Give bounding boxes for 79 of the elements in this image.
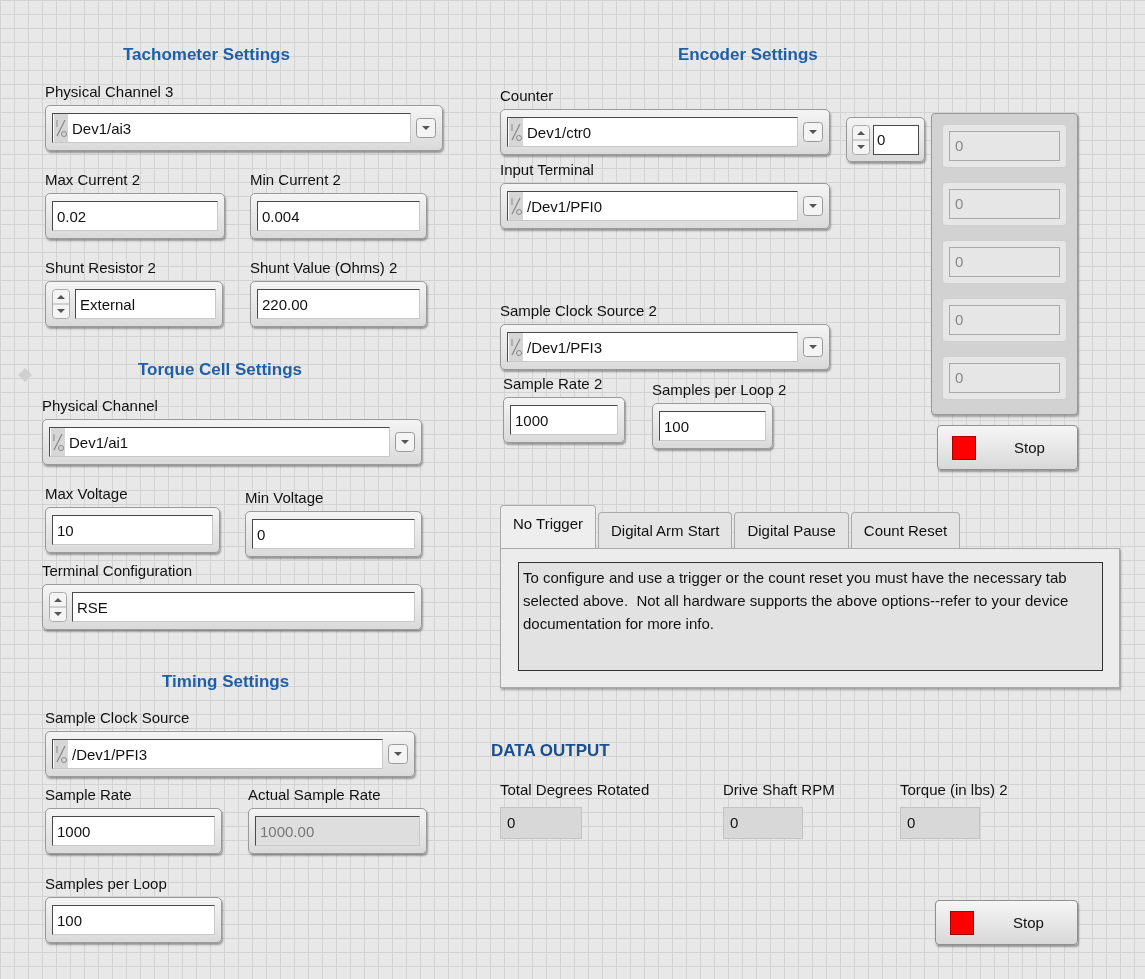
array-element: 0	[942, 124, 1067, 168]
numeric-field[interactable]: 0.004	[257, 201, 420, 231]
index-control[interactable]: 0	[846, 117, 925, 162]
channel-dropdown[interactable]: Dev1/ai1	[49, 427, 390, 457]
numeric-field[interactable]: 1000	[52, 816, 215, 846]
array-element: 0	[942, 356, 1067, 400]
increment-arrows[interactable]	[49, 592, 67, 622]
channel-dropdown[interactable]: /Dev1/PFI0	[507, 191, 798, 221]
indicator-label: Total Degrees Rotated	[500, 780, 650, 800]
channel-dropdown[interactable]: /Dev1/PFI3	[52, 739, 383, 769]
io-icon	[54, 740, 68, 768]
section-heading: DATA OUTPUT	[491, 741, 610, 761]
control-label: Physical Channel 3	[45, 82, 174, 102]
io-icon	[509, 333, 523, 361]
index-field[interactable]: 0	[873, 124, 919, 155]
tab[interactable]: Count Reset	[850, 512, 961, 548]
control-label: Samples per Loop 2	[652, 380, 787, 400]
io-icon	[54, 114, 68, 142]
enum-field[interactable]: External	[75, 289, 216, 319]
diamond-marker-icon	[18, 368, 32, 382]
stop-icon	[952, 435, 976, 460]
array-element: 0	[942, 182, 1067, 226]
control-label: Counter	[500, 86, 554, 106]
numeric-indicator: 0	[500, 807, 582, 839]
indicator-label: Torque (in lbs) 2	[900, 780, 1008, 800]
dropdown-button[interactable]	[388, 744, 408, 764]
section-heading: Encoder Settings	[678, 45, 818, 65]
stop-button[interactable]: Stop	[937, 425, 1078, 470]
dropdown-button[interactable]	[803, 337, 823, 357]
enum-field[interactable]: RSE	[72, 592, 415, 622]
stop-button[interactable]: Stop	[935, 900, 1078, 945]
control-label: Actual Sample Rate	[248, 785, 381, 805]
control-label: Physical Channel	[42, 396, 158, 416]
control-label: Sample Clock Source	[45, 708, 190, 728]
section-heading: Tachometer Settings	[123, 45, 290, 65]
numeric-field[interactable]: 10	[52, 515, 213, 545]
io-icon	[509, 192, 523, 220]
channel-dropdown[interactable]: /Dev1/PFI3	[507, 332, 798, 362]
control-label: Sample Clock Source 2	[500, 301, 657, 321]
dropdown-button[interactable]	[416, 118, 436, 138]
dropdown-button[interactable]	[803, 122, 823, 142]
numeric-field[interactable]: 220.00	[257, 289, 420, 319]
channel-dropdown[interactable]: Dev1/ai3	[52, 113, 411, 143]
array-element: 0	[942, 240, 1067, 284]
array-element: 0	[942, 298, 1067, 342]
numeric-field[interactable]: 100	[659, 411, 766, 441]
numeric-indicator: 0	[723, 807, 803, 839]
control-label: Terminal Configuration	[42, 561, 193, 581]
channel-dropdown[interactable]: Dev1/ctr0	[507, 117, 798, 147]
tab[interactable]: No Trigger	[500, 505, 597, 548]
numeric-field[interactable]: 1000	[510, 405, 618, 435]
control-label: Samples per Loop	[45, 874, 167, 894]
numeric-field[interactable]: 100	[52, 905, 215, 935]
increment-arrows[interactable]	[852, 124, 870, 155]
control-label: Input Terminal	[500, 160, 594, 180]
stop-icon	[950, 910, 974, 935]
control-label: Min Voltage	[245, 488, 324, 508]
increment-arrows[interactable]	[52, 289, 70, 319]
io-icon	[51, 428, 65, 456]
description-text: To configure and use a trigger or the count reset you must have the necessary tab selected above. Not all hardware supports the above options--refer to your device documentation for more info.	[518, 562, 1103, 671]
control-label: Max Voltage	[45, 484, 128, 504]
control-label: Min Current 2	[250, 170, 341, 190]
numeric-field[interactable]: 0.02	[52, 201, 218, 231]
tab[interactable]: Digital Pause	[734, 512, 849, 548]
indicator-label: Drive Shaft RPM	[723, 780, 835, 800]
control-label: Max Current 2	[45, 170, 141, 190]
section-heading: Timing Settings	[162, 672, 290, 692]
control-label: Sample Rate	[45, 785, 132, 805]
dropdown-button[interactable]	[803, 196, 823, 216]
control-label: Shunt Resistor 2	[45, 258, 156, 278]
control-label: Shunt Value (Ohms) 2	[250, 258, 398, 278]
io-icon	[509, 118, 523, 146]
dropdown-button[interactable]	[395, 432, 415, 452]
numeric-indicator: 1000.00	[255, 816, 420, 846]
tab[interactable]: Digital Arm Start	[598, 512, 733, 548]
control-label: Sample Rate 2	[503, 374, 603, 394]
numeric-field[interactable]: 0	[252, 519, 415, 549]
section-heading: Torque Cell Settings	[138, 360, 303, 380]
numeric-indicator: 0	[900, 807, 980, 839]
